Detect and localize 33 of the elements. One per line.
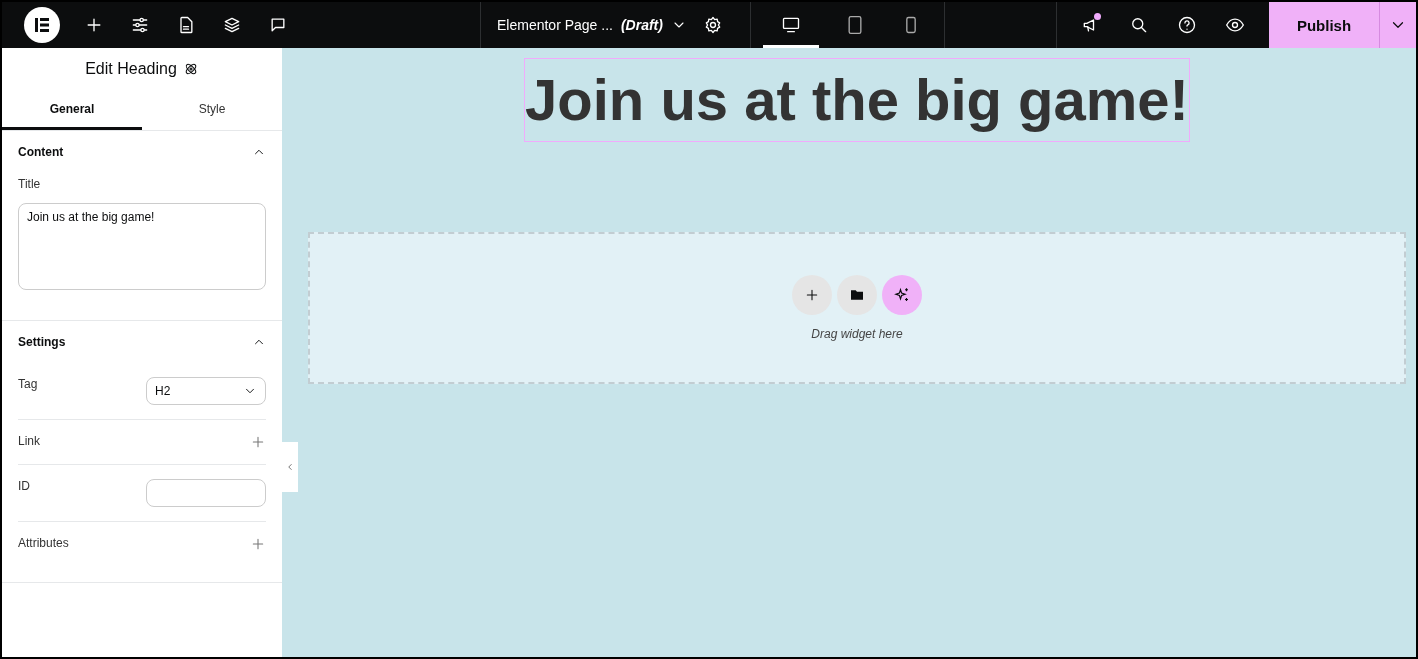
page-heading[interactable]: Join us at the big game! <box>524 58 1190 142</box>
plus-icon <box>804 287 820 303</box>
template-button[interactable] <box>837 275 877 315</box>
field-label: Title <box>18 177 41 191</box>
id-field[interactable] <box>146 479 266 507</box>
page-title-menu[interactable]: Elementor Page ... (Draft) <box>497 17 687 33</box>
sliders-icon <box>130 15 150 35</box>
tag-select[interactable]: H2 <box>146 377 266 405</box>
field-label: Attributes <box>18 536 69 550</box>
drop-zone[interactable]: Drag widget here <box>308 232 1406 384</box>
section-header[interactable]: Content <box>18 131 266 173</box>
ai-button[interactable] <box>882 275 922 315</box>
logo-icon[interactable] <box>24 7 60 43</box>
section-header[interactable]: Settings <box>18 321 266 363</box>
panel-tab[interactable]: Style <box>142 90 282 130</box>
folder-icon <box>849 287 865 303</box>
title-field[interactable]: Join us at the big game! <box>18 203 266 290</box>
plus-icon <box>250 536 266 552</box>
help-icon <box>1177 15 1197 35</box>
field-label: Tag <box>18 377 38 391</box>
chevron-left-icon <box>285 462 295 472</box>
panel-title: Edit Heading <box>85 60 177 78</box>
add-element-button[interactable] <box>792 275 832 315</box>
search-icon <box>1129 15 1149 35</box>
publish-button[interactable]: Publish <box>1269 2 1379 48</box>
desktop-icon <box>781 15 801 35</box>
plus-icon <box>250 434 266 450</box>
panel-tab[interactable]: General <box>2 90 142 130</box>
drop-hint: Drag widget here <box>811 327 903 341</box>
field-label: Link <box>18 434 40 448</box>
layers-icon <box>222 15 242 35</box>
sparkle-icon <box>893 286 911 304</box>
field-label: ID <box>18 479 30 493</box>
